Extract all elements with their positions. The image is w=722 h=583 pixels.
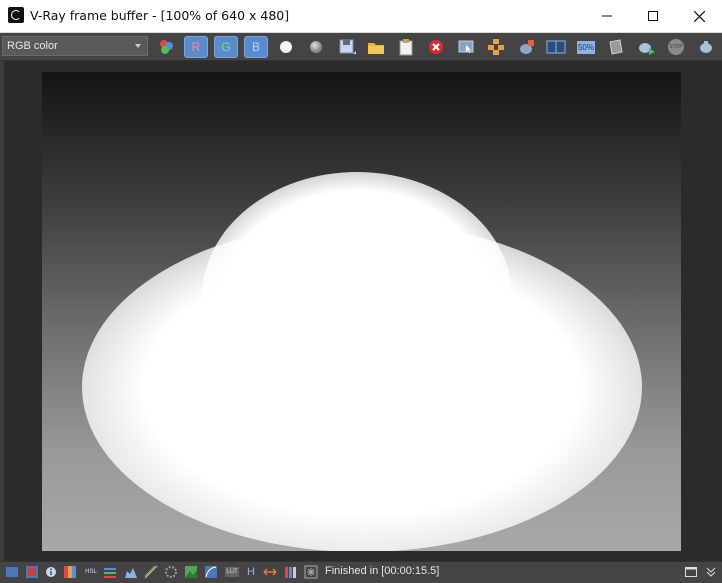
fit-window-button[interactable] <box>684 565 698 579</box>
stop-label: STOP <box>669 44 683 50</box>
gray-circle-icon <box>310 41 322 53</box>
link-to-3dsmax-button[interactable] <box>605 36 627 58</box>
lut-button[interactable]: LUT <box>224 565 240 579</box>
render-status-text: Finished in [00:00:15.5] <box>325 565 440 577</box>
levels-button[interactable] <box>103 565 117 579</box>
rendered-image[interactable] <box>42 72 681 551</box>
red-channel-button[interactable]: R <box>184 36 208 58</box>
ab-compare-button[interactable] <box>545 36 567 58</box>
lut-icon: LUT <box>225 567 239 577</box>
status-bar: HSL LUT H Finished in [00:00:15.5] <box>0 561 722 583</box>
image-history-icon <box>26 566 38 578</box>
fifty-percent-label: 50% <box>576 40 595 54</box>
settings-icon <box>304 565 318 579</box>
title-bar: V-Ray frame buffer - [100% of 640 x 480] <box>0 0 722 33</box>
exposure-button[interactable] <box>164 565 178 579</box>
last-region-button[interactable] <box>515 36 537 58</box>
expand-button[interactable] <box>704 565 718 579</box>
render-teapot-icon <box>639 43 655 55</box>
window-title: V-Ray frame buffer - [100% of 640 x 480] <box>30 8 290 23</box>
expand-icon <box>706 567 716 577</box>
lens-effects-icon <box>205 566 217 578</box>
color-balls-button[interactable] <box>155 36 177 58</box>
background-image-button[interactable] <box>184 565 198 579</box>
pixel-aspect-icon <box>263 568 277 576</box>
curve-icon <box>144 565 158 579</box>
interactive-render-button[interactable] <box>695 36 717 58</box>
follow-mouse-button[interactable] <box>455 36 477 58</box>
stop-render-button[interactable]: STOP <box>665 36 687 58</box>
clipboard-icon <box>399 39 413 56</box>
maximize-button[interactable] <box>630 0 676 32</box>
mono-gray-button[interactable] <box>305 36 327 58</box>
toolbar: RGB color R G B 50% STOP <box>0 33 722 61</box>
link-to-3dsmax-icon <box>609 39 623 55</box>
green-channel-button[interactable]: G <box>214 36 238 58</box>
color-balls-icon <box>160 40 173 54</box>
close-icon <box>693 10 705 22</box>
info-button[interactable] <box>44 565 58 579</box>
bars-button[interactable] <box>284 565 298 579</box>
pixel-aspect-button[interactable] <box>263 565 277 579</box>
chevron-down-icon <box>135 44 141 48</box>
curve-button[interactable] <box>144 565 158 579</box>
levels-icon <box>104 568 116 578</box>
half-resolution-button[interactable]: 50% <box>575 36 597 58</box>
region-render-icon <box>488 39 504 55</box>
blue-channel-button[interactable]: B <box>244 36 268 58</box>
region-render-button[interactable] <box>485 36 507 58</box>
histogram-icon <box>125 568 137 578</box>
hsl-icon: HSL <box>85 569 97 575</box>
display-correction-icon <box>6 567 18 577</box>
channel-select[interactable]: RGB color <box>2 36 148 56</box>
histogram-button[interactable] <box>124 565 138 579</box>
fit-window-icon <box>685 567 697 577</box>
h-flip-button[interactable]: H <box>244 565 258 579</box>
color-correction-button[interactable] <box>63 565 77 579</box>
save-image-button[interactable] <box>336 36 358 58</box>
close-button[interactable] <box>676 0 722 32</box>
minimize-button[interactable] <box>584 0 630 32</box>
color-correction-icon <box>64 566 76 578</box>
channel-select-value: RGB color <box>7 40 58 52</box>
copy-clipboard-button[interactable] <box>395 36 417 58</box>
vray-logo-icon <box>8 7 24 23</box>
mono-white-button[interactable] <box>275 36 297 58</box>
info-icon <box>46 567 56 577</box>
display-correction-button[interactable] <box>5 565 19 579</box>
clear-image-icon <box>429 40 443 54</box>
h-flip-icon: H <box>247 566 255 578</box>
lens-effects-button[interactable] <box>204 565 218 579</box>
render-button[interactable] <box>635 36 657 58</box>
settings-button[interactable] <box>304 565 318 579</box>
ab-compare-icon <box>546 40 566 54</box>
white-circle-icon <box>280 41 292 53</box>
load-image-icon <box>368 43 384 54</box>
viewport-edge <box>0 61 4 561</box>
hsl-button[interactable]: HSL <box>82 565 100 579</box>
save-image-icon <box>339 39 356 54</box>
minimize-icon <box>602 15 612 17</box>
render-viewport[interactable] <box>0 61 722 561</box>
stop-render-icon: STOP <box>668 39 684 55</box>
dome-shape <box>232 198 482 398</box>
image-history-button[interactable] <box>25 565 39 579</box>
teapot-interactive-icon <box>700 41 712 53</box>
follow-mouse-icon <box>458 40 474 53</box>
maximize-icon <box>648 11 658 21</box>
bars-icon <box>285 567 296 578</box>
background-image-icon <box>185 566 197 578</box>
clear-image-button[interactable] <box>425 36 447 58</box>
exposure-icon <box>165 566 177 578</box>
load-image-button[interactable] <box>365 36 387 58</box>
teapot-last-region-icon <box>520 40 534 54</box>
